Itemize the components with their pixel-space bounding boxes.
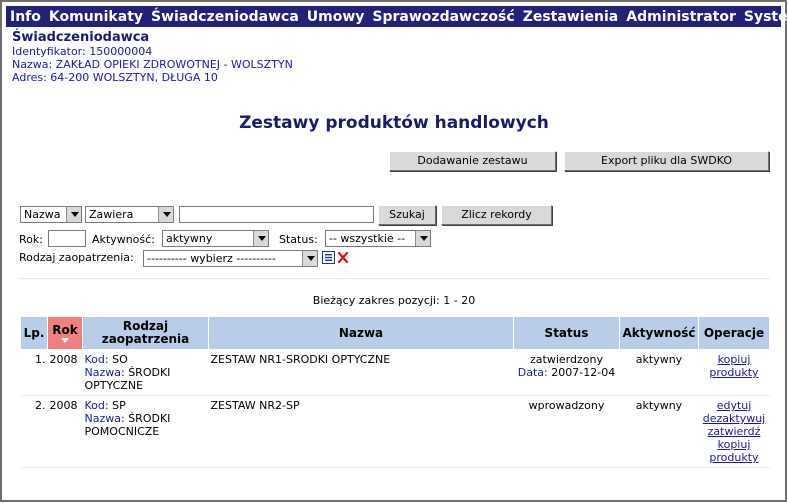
activity-select[interactable]: aktywny (162, 230, 269, 247)
kod-value: SP (112, 399, 126, 412)
field-select[interactable]: Nazwa (20, 206, 82, 223)
chevron-down-icon (66, 207, 81, 222)
clear-x-icon[interactable] (337, 251, 349, 264)
op-produkty-link[interactable]: produkty (701, 366, 768, 379)
add-set-button[interactable]: Dodawanie zestawu (389, 151, 556, 171)
chevron-down-icon (253, 231, 268, 246)
export-swdko-button[interactable]: Export pliku dla SWDKO (564, 151, 769, 171)
row-status: wprowadzony (513, 395, 620, 468)
rodzaj-nazwa-label: Nazwa: (84, 412, 125, 425)
col-aktywnosc-header[interactable]: Aktywność (619, 316, 699, 350)
status-value: zatwierdzony (530, 353, 603, 366)
table-row: 2. 2008 Kod: SP Nazwa: ŚRODKI POMOCNICZE… (20, 395, 770, 468)
operator-select-value: Zawiera (89, 208, 134, 221)
count-records-button[interactable]: Zlicz rekordy (441, 205, 552, 225)
activity-label: Aktywność: (92, 233, 155, 246)
search-button[interactable]: Szukaj (378, 205, 436, 225)
provider-info: Świadczeniodawca Identyfikator: 15000000… (12, 31, 293, 84)
provider-title: Świadczeniodawca (12, 30, 150, 45)
menu-system[interactable]: System (740, 9, 788, 25)
col-lp-header[interactable]: Lp. (20, 316, 48, 350)
row-lp: 2. (20, 395, 48, 468)
rodzaj-nazwa-label: Nazwa: (84, 366, 125, 379)
col-nazwa-header[interactable]: Nazwa (208, 316, 514, 350)
kod-value: SO (112, 353, 128, 366)
row-aktywnosc: aktywny (619, 349, 699, 396)
chevron-down-icon (415, 231, 430, 246)
operator-select[interactable]: Zawiera (85, 206, 174, 223)
page-title: Zestawy produktów handlowych (239, 113, 549, 133)
range-info: Bieżący zakres pozycji: 1 - 20 (312, 294, 476, 307)
op-zatwierdz-link[interactable]: zatwierdź (701, 425, 768, 438)
op-dezaktywuj-link[interactable]: dezaktywuj (701, 412, 768, 425)
op-kopiuj-link[interactable]: kopiuj (701, 438, 768, 451)
supply-type-select-value: ---------- wybierz ---------- (147, 252, 276, 265)
row-rok: 2008 (47, 395, 83, 468)
year-input[interactable] (48, 230, 86, 247)
row-status: zatwierdzony Data: 2007-12-04 (513, 349, 620, 396)
menu-umowy[interactable]: Umowy (303, 9, 369, 25)
supply-type-select[interactable]: ---------- wybierz ---------- (143, 250, 318, 267)
row-aktywnosc: aktywny (619, 395, 699, 468)
menu-komunikaty[interactable]: Komunikaty (45, 9, 147, 25)
data-value: 2007-12-04 (551, 366, 616, 379)
status-label: Status: (279, 233, 318, 246)
provider-address: Adres: 64-200 WOLSZTYN, DŁUGA 10 (12, 71, 218, 84)
table-header-row: Lp. Rok Rodzaj zaopatrzenia Nazwa Status… (20, 316, 770, 350)
year-label: Rok: (19, 233, 43, 246)
field-select-value: Nazwa (24, 208, 61, 221)
row-rok: 2008 (47, 349, 83, 396)
row-rodzaj: Kod: SP Nazwa: ŚRODKI POMOCNICZE (82, 395, 209, 468)
main-menu: Info Komunikaty Świadczeniodawca Umowy S… (6, 6, 788, 27)
status-select[interactable]: -- wszystkie -- (325, 230, 431, 247)
list-icon[interactable] (322, 251, 335, 264)
col-rok-label: Rok (52, 322, 78, 337)
op-edytuj-link[interactable]: edytuj (701, 399, 768, 412)
col-rodzaj-header[interactable]: Rodzaj zaopatrzenia (82, 316, 209, 350)
row-lp: 1. (20, 349, 48, 396)
menu-sprawozdawczosc[interactable]: Sprawozdawczość (368, 9, 518, 25)
divider (19, 278, 770, 279)
row-rodzaj: Kod: SO Nazwa: ŚRODKI OPTYCZNE (82, 349, 209, 396)
row-nazwa: ZESTAW NR2-SP (208, 395, 514, 468)
row-nazwa: ZESTAW NR1-SRODKI OPTYCZNE (208, 349, 514, 396)
menu-zestawienia[interactable]: Zestawienia (519, 9, 623, 25)
menu-swiadczeniodawca[interactable]: Świadczeniodawca (147, 9, 303, 25)
row-operacje: edytuj dezaktywuj zatwierdź kopiuj produ… (698, 395, 770, 468)
chevron-down-icon (158, 207, 173, 222)
results-table: Lp. Rok Rodzaj zaopatrzenia Nazwa Status… (20, 316, 770, 468)
provider-id: Identyfikator: 150000004 (12, 45, 153, 58)
col-rok-header[interactable]: Rok (47, 316, 83, 350)
chevron-down-icon (302, 251, 317, 266)
supply-type-label: Rodzaj zaopatrzenia: (19, 251, 134, 264)
op-produkty-link[interactable]: produkty (701, 451, 768, 464)
kod-label: Kod: (84, 353, 109, 366)
provider-name: Nazwa: ZAKŁAD OPIEKI ZDROWOTNEJ - WOLSZT… (12, 58, 293, 71)
menu-administrator[interactable]: Administrator (622, 9, 740, 25)
table-row: 1. 2008 Kod: SO Nazwa: ŚRODKI OPTYCZNE Z… (20, 349, 770, 396)
kod-label: Kod: (84, 399, 109, 412)
col-operacje-header: Operacje (698, 316, 770, 350)
sort-desc-icon (61, 337, 69, 343)
search-input[interactable] (179, 206, 374, 223)
col-status-header[interactable]: Status (513, 316, 620, 350)
status-select-value: -- wszystkie -- (329, 232, 406, 245)
menu-info[interactable]: Info (6, 9, 45, 25)
row-operacje: kopiuj produkty (698, 349, 770, 396)
op-kopiuj-link[interactable]: kopiuj (701, 353, 768, 366)
data-label: Data: (517, 366, 548, 379)
activity-select-value: aktywny (166, 232, 213, 245)
